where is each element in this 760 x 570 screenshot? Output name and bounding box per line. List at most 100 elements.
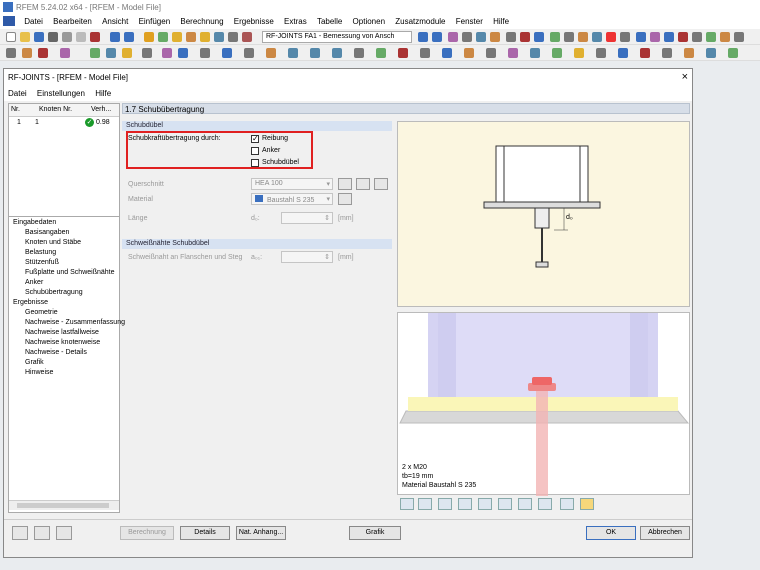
nav-scrollbar[interactable] <box>9 500 119 510</box>
col-node[interactable]: Knoten Nr. <box>39 106 72 113</box>
nav-nachweise-zusammenfassung[interactable]: Nachweise - Zusammenfassung <box>25 319 125 326</box>
snap-icon[interactable] <box>200 48 210 58</box>
results-icon[interactable] <box>172 32 182 42</box>
load-icon[interactable] <box>122 48 132 58</box>
nav-geometrie[interactable]: Geometrie <box>25 309 58 316</box>
icon-j[interactable] <box>578 32 588 42</box>
misc3-icon[interactable] <box>640 48 650 58</box>
measure-icon[interactable] <box>420 48 430 58</box>
view-icon[interactable] <box>214 32 224 42</box>
spin-icon[interactable]: ⇕ <box>324 214 330 222</box>
iso-icon[interactable] <box>354 48 364 58</box>
icon-e[interactable] <box>506 32 516 42</box>
icon-l[interactable] <box>606 32 616 42</box>
icon-g[interactable] <box>534 32 544 42</box>
rotate-icon[interactable] <box>266 48 276 58</box>
gfx-view-z-button[interactable] <box>498 498 512 510</box>
table-row[interactable]: 1 1 ✓ 0.98 <box>9 117 119 129</box>
misc1-icon[interactable] <box>596 48 606 58</box>
color-icon[interactable] <box>464 48 474 58</box>
display-icon[interactable] <box>486 48 496 58</box>
table-icon[interactable] <box>200 32 210 42</box>
spin-icon[interactable]: ⇕ <box>324 253 330 261</box>
nav-belastung[interactable]: Belastung <box>25 249 56 256</box>
icon-t[interactable] <box>720 32 730 42</box>
export-button[interactable] <box>56 526 72 540</box>
gfx-view-y-button[interactable] <box>478 498 492 510</box>
nav-stuetzenfuss[interactable]: Stützenfuß <box>25 259 59 266</box>
grid-icon[interactable] <box>178 48 188 58</box>
gfx-print-button[interactable] <box>580 498 594 510</box>
pencil-icon[interactable] <box>144 32 154 42</box>
abbrechen-button[interactable]: Abbrechen <box>640 526 690 540</box>
help-button[interactable] <box>12 526 28 540</box>
paste-icon[interactable] <box>76 32 86 42</box>
line-icon[interactable] <box>22 48 32 58</box>
support-icon[interactable] <box>90 48 100 58</box>
print-icon[interactable] <box>48 32 58 42</box>
hinge-icon[interactable] <box>106 48 116 58</box>
visibility-icon[interactable] <box>508 48 518 58</box>
icon-f[interactable] <box>520 32 530 42</box>
icon-u[interactable] <box>734 32 744 42</box>
menu-einfuegen[interactable]: Einfügen <box>135 14 175 26</box>
gfx-view-front-button[interactable] <box>400 498 414 510</box>
nav-group-ergebnisse[interactable]: Ergebnisse <box>13 299 48 306</box>
querschnitt-select[interactable]: HEA 100 ▾ <box>251 178 333 190</box>
dialog-menu-hilfe[interactable]: Hilfe <box>91 87 115 98</box>
nav-knoten-staebe[interactable]: Knoten und Stäbe <box>25 239 81 246</box>
icon-q[interactable] <box>678 32 688 42</box>
nav-basisangaben[interactable]: Basisangaben <box>25 229 69 236</box>
tool-icon[interactable] <box>228 32 238 42</box>
misc7-icon[interactable] <box>728 48 738 58</box>
nav-hinweise[interactable]: Hinweise <box>25 369 53 376</box>
menu-zusatzmodule[interactable]: Zusatzmodule <box>391 14 449 26</box>
icon-p[interactable] <box>664 32 674 42</box>
icon-i[interactable] <box>564 32 574 42</box>
layer-icon[interactable] <box>530 48 540 58</box>
nav-fussplatte[interactable]: Fußplatte und Schweißnähte <box>25 269 115 276</box>
details-button[interactable]: Details <box>180 526 230 540</box>
render-icon[interactable] <box>376 48 386 58</box>
icon-m[interactable] <box>620 32 630 42</box>
icon-c[interactable] <box>476 32 486 42</box>
library-button[interactable] <box>356 178 370 190</box>
material-library-button[interactable] <box>338 193 352 205</box>
misc4-icon[interactable] <box>662 48 672 58</box>
filter-icon[interactable] <box>442 48 452 58</box>
nav-prev-icon[interactable] <box>418 32 428 42</box>
info-button[interactable] <box>338 178 352 190</box>
check-icon[interactable] <box>552 48 562 58</box>
gfx-view-top-button[interactable] <box>438 498 452 510</box>
new-file-icon[interactable] <box>6 32 16 42</box>
view-x-icon[interactable] <box>288 48 298 58</box>
menu-ergebnisse[interactable]: Ergebnisse <box>230 14 278 26</box>
icon-a[interactable] <box>448 32 458 42</box>
system-menu-icon[interactable] <box>3 16 15 26</box>
menu-hilfe[interactable]: Hilfe <box>489 14 513 26</box>
menu-bearbeiten[interactable]: Bearbeiten <box>49 14 96 26</box>
menu-tabelle[interactable]: Tabelle <box>313 14 346 26</box>
calc-icon[interactable] <box>158 32 168 42</box>
module-combo[interactable]: RF-JOINTS FA1 - Bemessung von Ansch <box>262 31 412 43</box>
icon-n[interactable] <box>636 32 646 42</box>
schubduebel-checkbox[interactable] <box>251 159 259 167</box>
dialog-menu-einstellungen[interactable]: Einstellungen <box>33 87 89 98</box>
open-folder-icon[interactable] <box>20 32 30 42</box>
save-icon[interactable] <box>34 32 44 42</box>
berechnung-button[interactable]: Berechnung <box>120 526 174 540</box>
material-select[interactable]: Baustahl S 235 ▾ <box>251 193 333 205</box>
icon-o[interactable] <box>650 32 660 42</box>
nav-schubuebertragung[interactable]: Schubübertragung <box>25 289 83 296</box>
anker-checkbox[interactable] <box>251 147 259 155</box>
misc6-icon[interactable] <box>706 48 716 58</box>
menu-datei[interactable]: Datei <box>20 14 47 26</box>
cut-icon[interactable] <box>90 32 100 42</box>
gfx-view-iso-button[interactable] <box>518 498 532 510</box>
select-icon[interactable] <box>6 48 16 58</box>
icon-k[interactable] <box>592 32 602 42</box>
col-ratio[interactable]: Verh... <box>91 106 111 113</box>
member-icon[interactable] <box>38 48 48 58</box>
gfx-render-button[interactable] <box>538 498 552 510</box>
edit-section-button[interactable] <box>374 178 388 190</box>
